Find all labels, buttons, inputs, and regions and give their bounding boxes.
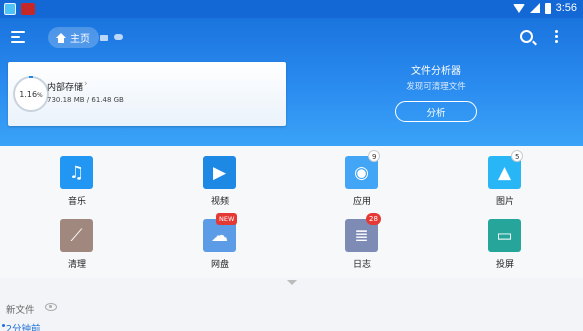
time-group-label: 2分钟前 (6, 324, 41, 331)
category-label: 音乐 (67, 197, 86, 207)
menu-icon[interactable] (11, 31, 25, 43)
cloud-window-icon[interactable] (114, 34, 123, 40)
analyze-button[interactable]: 分析 (395, 101, 477, 122)
category-label: 网盘 (210, 260, 229, 270)
category-label: 日志 (352, 260, 371, 270)
analyzer-subtitle: 发现可清理文件 (406, 82, 466, 92)
home-icon (56, 32, 66, 43)
category-label: 视频 (210, 197, 229, 207)
notification-icons (4, 3, 35, 15)
signal-icon (529, 3, 540, 13)
storage-usage-text: 730.18 MB / 61.48 GB (47, 96, 124, 104)
cast-screen-icon: ▭ (488, 219, 521, 252)
battery-icon (544, 2, 551, 14)
file-manager-screen: 3:56 主页 1.16% 内部存储 › 730.18 MB / 61.48 G… (0, 0, 583, 331)
analyzer-title: 文件分析器 (411, 66, 461, 77)
category-cleanup[interactable]: ⟋ 清理 (37, 209, 117, 270)
video-play-icon: ▶ (203, 156, 236, 189)
storage-usage-gauge: 1.16% (13, 76, 49, 112)
status-bar: 3:56 (0, 0, 583, 18)
category-cloud[interactable]: ☁ NEW 网盘 (180, 209, 260, 270)
category-grid: ♫ 音乐 ▶ 视频 ◉ 9 应用 ▲ 5 图片 ⟋ 清理 ☁ NEW 网盘 ≣ … (0, 146, 583, 285)
images-count-badge: 5 (511, 150, 524, 162)
category-label: 应用 (352, 197, 371, 207)
status-time: 3:56 (555, 2, 577, 14)
storage-percent-unit: % (37, 91, 43, 99)
category-video[interactable]: ▶ 视频 (180, 146, 260, 207)
category-music[interactable]: ♫ 音乐 (37, 146, 117, 207)
timeline-dot (2, 324, 5, 327)
category-cast[interactable]: ▭ 投屏 (465, 209, 545, 270)
notification-app-icon (4, 3, 16, 15)
music-note-icon: ♫ (60, 156, 93, 189)
category-label: 清理 (67, 260, 86, 270)
home-label: 主页 (70, 34, 90, 45)
logs-count-badge: 28 (366, 213, 381, 225)
expand-chevron-icon[interactable] (287, 280, 297, 285)
storage-percent: 1.16 (19, 89, 38, 99)
storage-title: 内部存储 (47, 83, 84, 93)
more-options-icon[interactable] (555, 30, 559, 44)
apps-count-badge: 9 (368, 150, 381, 162)
wifi-icon (512, 3, 525, 13)
notification-app-icon (21, 3, 35, 15)
system-icons: 3:56 (512, 2, 577, 14)
recent-files-label: 新文件 (6, 305, 35, 316)
new-badge: NEW (216, 213, 238, 225)
home-breadcrumb[interactable]: 主页 (48, 27, 99, 48)
top-panel: 主页 1.16% 内部存储 › 730.18 MB / 61.48 GB 文件分… (0, 18, 583, 146)
broom-icon: ⟋ (60, 219, 93, 252)
chevron-right-icon: › (84, 79, 88, 89)
category-label: 投屏 (495, 260, 514, 270)
category-images[interactable]: ▲ 5 图片 (465, 146, 545, 207)
category-label: 图片 (495, 197, 514, 207)
search-icon[interactable] (520, 30, 533, 43)
recent-files-section: 新文件 2分钟前 (0, 294, 583, 331)
category-apps[interactable]: ◉ 9 应用 (322, 146, 402, 207)
category-logs[interactable]: ≣ 28 日志 (322, 209, 402, 270)
eye-icon[interactable] (45, 303, 57, 311)
storage-window-icon[interactable] (100, 35, 108, 41)
internal-storage-card[interactable]: 1.16% 内部存储 › 730.18 MB / 61.48 GB (8, 62, 286, 126)
